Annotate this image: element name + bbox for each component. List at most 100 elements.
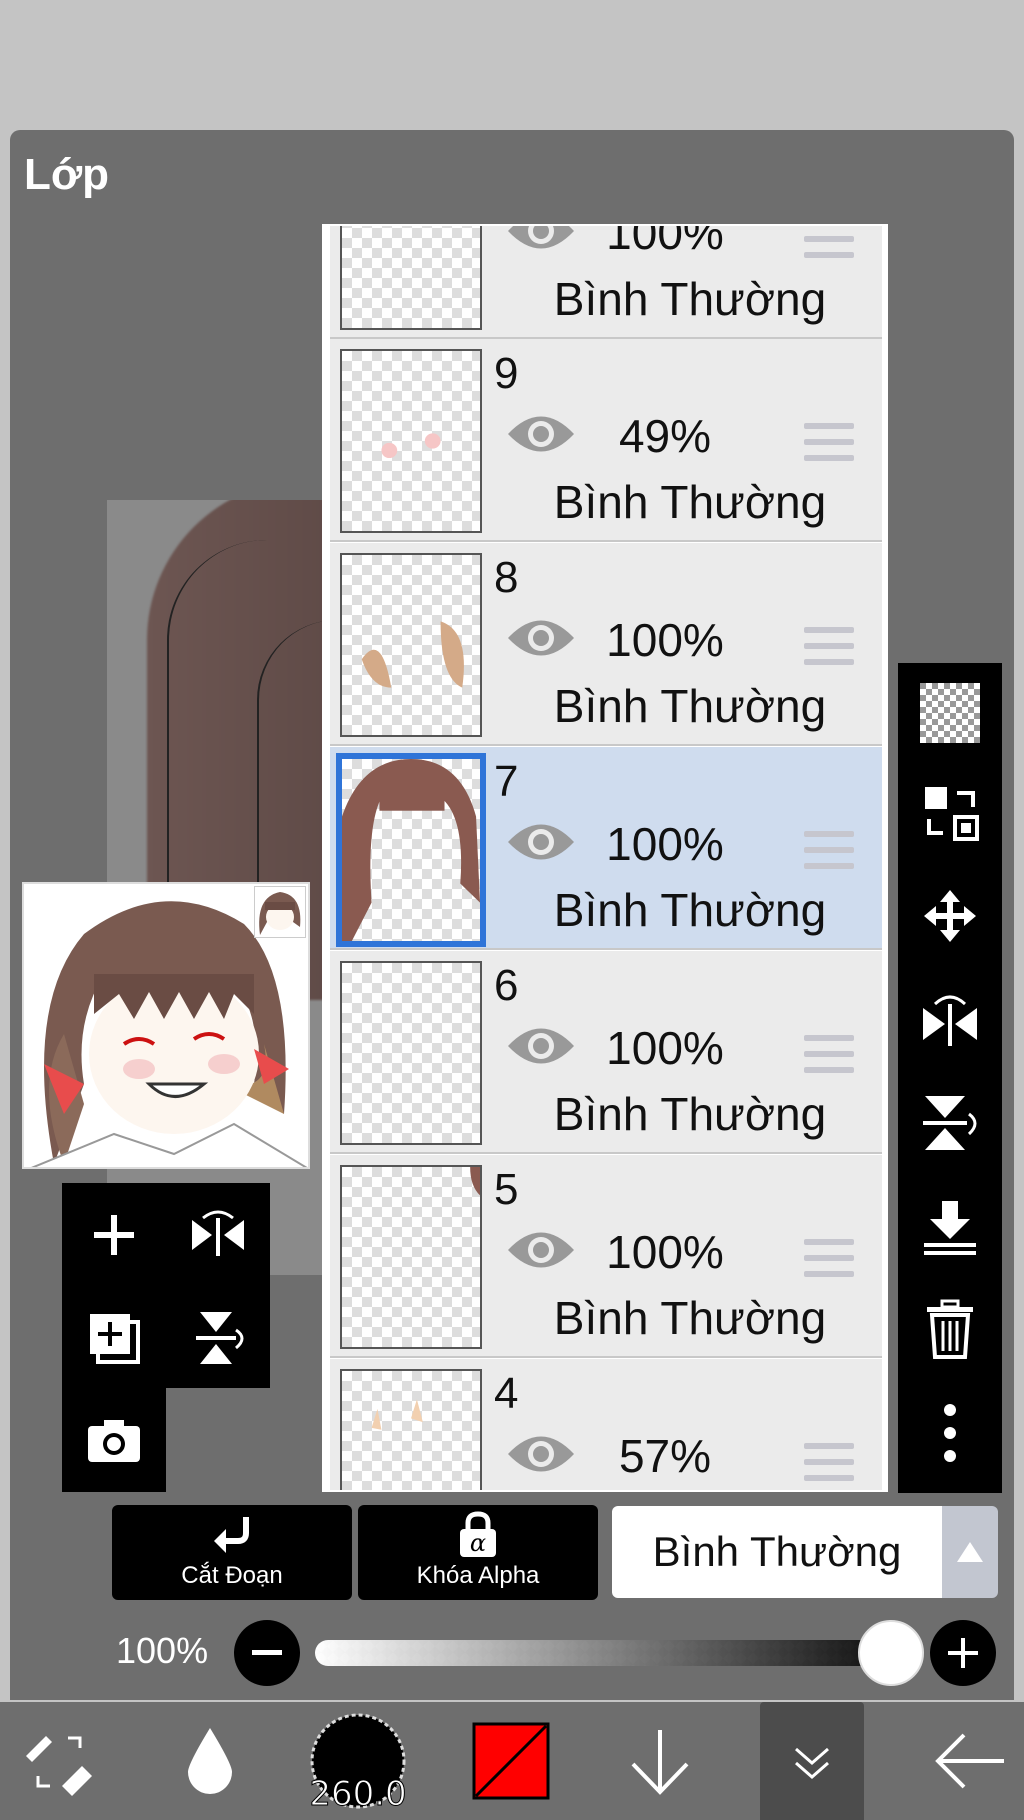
layer-thumbnail-art [371,1399,423,1430]
opacity-slider-knob[interactable] [858,1620,924,1686]
layer-thumbnail[interactable] [340,1369,482,1490]
flip-horizontal-icon [192,1210,244,1256]
flip-horizontal-icon [923,995,977,1046]
blend-mode-select[interactable]: Bình Thường [612,1506,942,1598]
layer-row[interactable]: 6 100% Bình Thường [330,951,882,1154]
layer-row[interactable]: 4 57% [330,1359,882,1490]
eye-icon[interactable] [506,409,576,459]
layer-thumbnail[interactable] [340,553,482,737]
more-options-button[interactable] [898,1383,1002,1483]
svg-text:α: α [470,1529,486,1557]
back-button[interactable] [920,1702,1020,1820]
more-vertical-icon [944,1404,956,1462]
opacity-slider-track[interactable] [315,1640,895,1666]
layer-thumbnail[interactable] [340,224,482,330]
layer-opacity[interactable]: 57% [590,1429,740,1483]
arrow-down-button[interactable] [610,1702,710,1820]
drag-handle-icon[interactable] [804,831,854,871]
clipping-label: Cắt Đoạn [181,1562,283,1589]
brush-size-button[interactable]: 260.0 [305,1702,411,1820]
flip-horizontal-button[interactable] [168,1185,268,1285]
eye-icon[interactable] [506,224,576,256]
layer-number: 4 [494,1369,519,1418]
merge-down-icon [924,1201,976,1255]
layer-row[interactable]: 5 100% Bình Thường [330,1155,882,1358]
clipping-arrow-icon [214,1517,249,1553]
plus-icon [94,1215,134,1255]
flip-layer-horizontal-button[interactable] [898,969,1002,1069]
panel-title: Lớp [24,150,110,199]
layer-opacity[interactable]: 100% [590,613,740,667]
eye-icon[interactable] [506,613,576,663]
eye-icon[interactable] [506,1021,576,1071]
layer-thumbnail[interactable] [340,961,482,1145]
drag-handle-icon[interactable] [804,1035,854,1075]
drag-handle-icon[interactable] [804,226,854,260]
layer-thumbnail-art [342,963,480,1143]
bottom-toolbar: 260.0 [0,1702,1024,1820]
color-picker-button[interactable] [470,1702,552,1820]
add-layer-button[interactable] [64,1185,164,1285]
drag-handle-icon[interactable] [804,423,854,463]
layer-thumbnail-art [361,621,464,688]
drag-handle-icon[interactable] [804,1239,854,1279]
layer-thumbnail-art [342,759,480,941]
flip-layer-vertical-button[interactable] [898,1073,1002,1173]
layer-list[interactable]: 100% Bình Thường 9 49% Bình Thường 8 100% Bình … [322,224,888,1492]
layer-thumbnail-art [381,433,441,459]
layer-row[interactable]: 8 100% Bình Thường [330,543,882,746]
arrow-down-icon [631,1730,689,1795]
brush-size-value: 260.0 [309,1774,407,1815]
layer-opacity[interactable]: 49% [590,409,740,463]
layer-blend-mode: Bình Thường [553,1292,827,1344]
layer-row[interactable]: 7 100% Bình Thường [330,747,882,950]
blur-tool-button[interactable] [160,1702,260,1820]
layer-thumbnail[interactable] [340,1165,482,1349]
layer-opacity[interactable]: 100% [590,1225,740,1279]
layer-menu-button[interactable] [760,1702,864,1820]
flip-vertical-icon [196,1312,244,1364]
checkerboard-icon [920,683,980,743]
flip-vertical-button[interactable] [168,1288,268,1388]
layer-number: 6 [494,961,519,1010]
layer-opacity[interactable]: 100% [590,1021,740,1075]
reference-preview[interactable] [22,882,310,1169]
caret-up-icon [957,1542,983,1562]
layer-side-toolbar [898,663,1002,1493]
layer-number: 7 [494,757,519,806]
delete-layer-button[interactable] [898,1279,1002,1379]
layer-thumbnail-art [470,1167,480,1196]
layer-thumbnail-art [342,224,480,328]
preview-thumbnail [254,886,306,938]
brush-eraser-swap-icon [26,1736,92,1796]
minus-icon [252,1650,282,1655]
layer-row[interactable]: 9 49% Bình Thường [330,339,882,542]
transparency-button[interactable] [898,663,1002,763]
blend-mode-dropdown-button[interactable] [942,1506,998,1598]
clipping-button[interactable]: Cắt Đoạn [112,1505,352,1600]
opacity-decrease-button[interactable] [234,1620,300,1686]
color-swatch-icon [472,1722,550,1800]
layer-thumbnail[interactable] [336,753,486,947]
layer-thumbnail[interactable] [340,349,482,533]
arrow-left-icon [935,1733,1004,1789]
eye-icon[interactable] [506,817,576,867]
drag-handle-icon[interactable] [804,1443,854,1483]
merge-down-button[interactable] [898,1177,1002,1277]
duplicate-layer-button[interactable] [64,1288,164,1388]
swap-layer-button[interactable] [898,763,1002,863]
layer-blend-mode: Bình Thường [553,884,827,936]
opacity-increase-button[interactable] [930,1620,996,1686]
alpha-lock-button[interactable]: α Khóa Alpha [358,1505,598,1600]
layer-opacity[interactable]: 100% [590,226,740,260]
eye-icon[interactable] [506,1429,576,1479]
brush-eraser-toggle-button[interactable] [10,1702,110,1820]
move-layer-button[interactable] [898,866,1002,966]
drag-handle-icon[interactable] [804,627,854,667]
eye-icon[interactable] [506,1225,576,1275]
layer-number: 5 [494,1165,519,1214]
layer-row[interactable]: 100% Bình Thường [330,224,882,339]
import-photo-button[interactable] [64,1390,164,1490]
layer-number: 9 [494,349,519,398]
layer-opacity[interactable]: 100% [590,817,740,871]
